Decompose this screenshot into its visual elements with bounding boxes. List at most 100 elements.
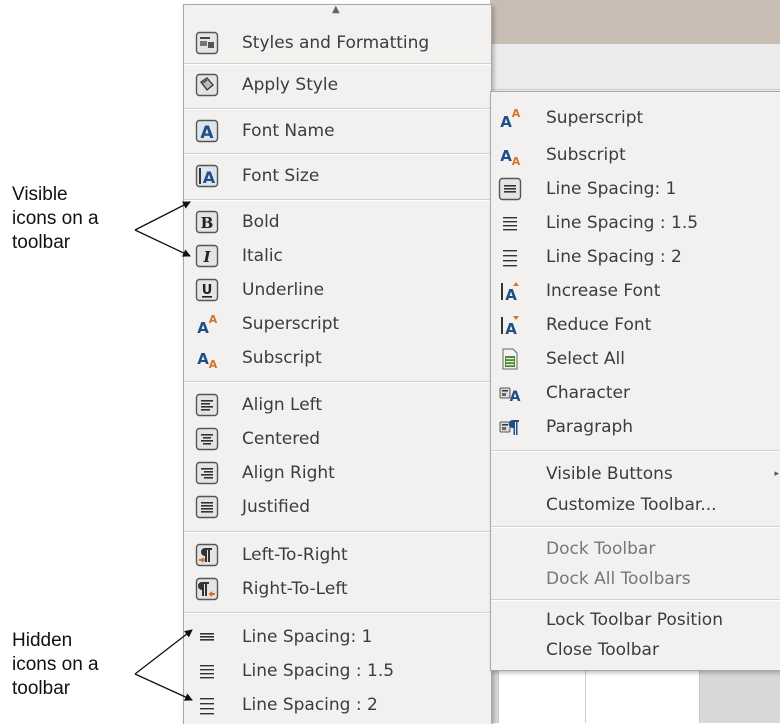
menu-item-subscript[interactable]: AA Subscript bbox=[184, 341, 491, 375]
toolbar-overflow-menu: ▲ Styles and Formatting Apply Style A Fo… bbox=[183, 4, 492, 724]
menu-item-align-left[interactable]: Align Left bbox=[184, 388, 491, 422]
menu-item-centered[interactable]: Centered bbox=[184, 422, 491, 456]
menu-item-visible-buttons[interactable]: Visible Buttons ▸ bbox=[491, 457, 780, 491]
menu-item-label: Apply Style bbox=[242, 75, 339, 95]
select-all-icon bbox=[498, 347, 522, 371]
menu-separator bbox=[184, 63, 491, 65]
subscript-icon: AA bbox=[195, 346, 219, 370]
window-titlebar bbox=[490, 0, 780, 44]
menu-item-label: Line Spacing : 1.5 bbox=[242, 661, 395, 681]
menu-item-label: Paragraph bbox=[546, 417, 634, 437]
annotation-line: Visible bbox=[12, 184, 68, 205]
menu-item-styles-formatting[interactable]: Styles and Formatting bbox=[184, 26, 491, 60]
menu-item-superscript[interactable]: AA Superscript bbox=[491, 101, 780, 135]
menu-item-label: Select All bbox=[546, 349, 625, 369]
menu-item-line-spacing-1-5[interactable]: Line Spacing : 1.5 bbox=[491, 206, 780, 240]
menu-item-select-all[interactable]: Select All bbox=[491, 342, 780, 376]
menu-item-label: Close Toolbar bbox=[546, 640, 659, 660]
scroll-up-arrow-icon[interactable]: ▲ bbox=[332, 5, 340, 15]
increase-font-icon: A bbox=[498, 279, 522, 303]
menu-item-label: Increase Font bbox=[546, 281, 661, 301]
menu-item-character[interactable]: A Character bbox=[491, 376, 780, 410]
menu-item-font-name[interactable]: A Font Name bbox=[184, 114, 491, 148]
menu-item-label: Line Spacing : 2 bbox=[546, 247, 682, 267]
menu-item-subscript[interactable]: AA Subscript bbox=[491, 138, 780, 172]
menu-item-justified[interactable]: Justified bbox=[184, 490, 491, 524]
svg-text:A: A bbox=[505, 286, 517, 303]
bold-icon: B bbox=[195, 210, 219, 234]
hidden-icons-annotation: Hidden icons on a toolbar bbox=[12, 629, 99, 701]
menu-item-line-spacing-2[interactable]: Line Spacing : 2 bbox=[491, 240, 780, 274]
menu-item-label: Reduce Font bbox=[546, 315, 652, 335]
window-toolbar-area bbox=[490, 44, 780, 90]
menu-item-customize-toolbar[interactable]: Customize Toolbar... bbox=[491, 488, 780, 522]
svg-text:A: A bbox=[209, 313, 218, 326]
svg-text:B: B bbox=[201, 214, 214, 232]
menu-item-label: Visible Buttons bbox=[546, 464, 673, 484]
menu-item-paragraph[interactable]: Paragraph bbox=[491, 410, 780, 444]
menu-item-line-spacing-1-5[interactable]: Line Spacing : 1.5 bbox=[184, 654, 491, 688]
line-spacing-15-icon bbox=[498, 211, 522, 235]
menu-item-label: Character bbox=[546, 383, 630, 403]
menu-item-left-to-right[interactable]: Left-To-Right bbox=[184, 538, 491, 572]
menu-item-dock-all-toolbars[interactable]: Dock All Toolbars bbox=[491, 562, 780, 596]
menu-item-line-spacing-1[interactable]: Line Spacing: 1 bbox=[184, 620, 491, 654]
menu-item-right-to-left[interactable]: Right-To-Left bbox=[184, 572, 491, 606]
menu-item-reduce-font[interactable]: A Reduce Font bbox=[491, 308, 780, 342]
menu-item-lock-toolbar-position[interactable]: Lock Toolbar Position bbox=[491, 603, 780, 637]
menu-item-superscript[interactable]: AA Superscript bbox=[184, 307, 491, 341]
annotation-line: toolbar bbox=[12, 232, 71, 253]
menu-separator bbox=[184, 108, 491, 110]
line-spacing-2-icon bbox=[195, 693, 219, 717]
menu-item-label: Line Spacing : 1.5 bbox=[546, 213, 699, 233]
menu-separator bbox=[184, 381, 491, 383]
justified-icon bbox=[195, 495, 219, 519]
menu-item-label: Lock Toolbar Position bbox=[546, 610, 723, 630]
menu-item-label: Customize Toolbar... bbox=[546, 495, 717, 515]
superscript-icon: AA bbox=[498, 106, 522, 130]
svg-text:A: A bbox=[512, 155, 521, 167]
menu-item-label: Dock Toolbar bbox=[546, 539, 656, 559]
svg-text:U: U bbox=[202, 283, 213, 298]
subscript-icon: AA bbox=[498, 143, 522, 167]
toolbar-context-menu: AA Superscript AA Subscript Line Spacing… bbox=[490, 91, 780, 671]
menu-separator bbox=[184, 199, 491, 201]
menu-item-label: Left-To-Right bbox=[242, 545, 348, 565]
document-page bbox=[498, 665, 700, 723]
svg-text:A: A bbox=[510, 389, 521, 405]
menu-item-label: Italic bbox=[242, 246, 283, 266]
menu-item-label: Bold bbox=[242, 212, 280, 232]
menu-item-line-spacing-2[interactable]: Line Spacing : 2 bbox=[184, 688, 491, 722]
line-spacing-1-icon bbox=[498, 177, 522, 201]
line-spacing-1-icon bbox=[195, 625, 219, 649]
menu-item-bold[interactable]: B Bold bbox=[184, 205, 491, 239]
svg-text:A: A bbox=[197, 319, 209, 336]
menu-item-label: Align Left bbox=[242, 395, 323, 415]
visible-icons-annotation: Visible icons on a toolbar bbox=[12, 183, 99, 255]
menu-item-label: Line Spacing: 1 bbox=[546, 179, 677, 199]
menu-item-label: Superscript bbox=[546, 108, 644, 128]
menu-item-font-size[interactable]: A Font Size bbox=[184, 159, 491, 193]
menu-separator bbox=[184, 531, 491, 533]
menu-item-close-toolbar[interactable]: Close Toolbar bbox=[491, 633, 780, 667]
menu-item-label: Line Spacing: 1 bbox=[242, 627, 373, 647]
annotation-line: toolbar bbox=[12, 678, 71, 699]
superscript-icon: AA bbox=[195, 312, 219, 336]
menu-item-dock-toolbar[interactable]: Dock Toolbar bbox=[491, 532, 780, 566]
character-icon: A bbox=[498, 381, 522, 405]
menu-item-align-right[interactable]: Align Right bbox=[184, 456, 491, 490]
paragraph-icon bbox=[498, 415, 522, 439]
menu-item-underline[interactable]: U Underline bbox=[184, 273, 491, 307]
menu-item-label: Right-To-Left bbox=[242, 579, 348, 599]
menu-separator bbox=[184, 612, 491, 614]
align-center-icon bbox=[195, 427, 219, 451]
menu-item-label: Superscript bbox=[242, 314, 340, 334]
menu-item-line-spacing-1[interactable]: Line Spacing: 1 bbox=[491, 172, 780, 206]
menu-item-label: Subscript bbox=[242, 348, 322, 368]
annotation-line: icons on a bbox=[12, 208, 99, 229]
menu-item-apply-style[interactable]: Apply Style bbox=[184, 68, 491, 102]
svg-text:I: I bbox=[202, 248, 211, 266]
menu-item-label: Justified bbox=[242, 497, 310, 517]
menu-item-increase-font[interactable]: A Increase Font bbox=[491, 274, 780, 308]
menu-item-italic[interactable]: I Italic bbox=[184, 239, 491, 273]
